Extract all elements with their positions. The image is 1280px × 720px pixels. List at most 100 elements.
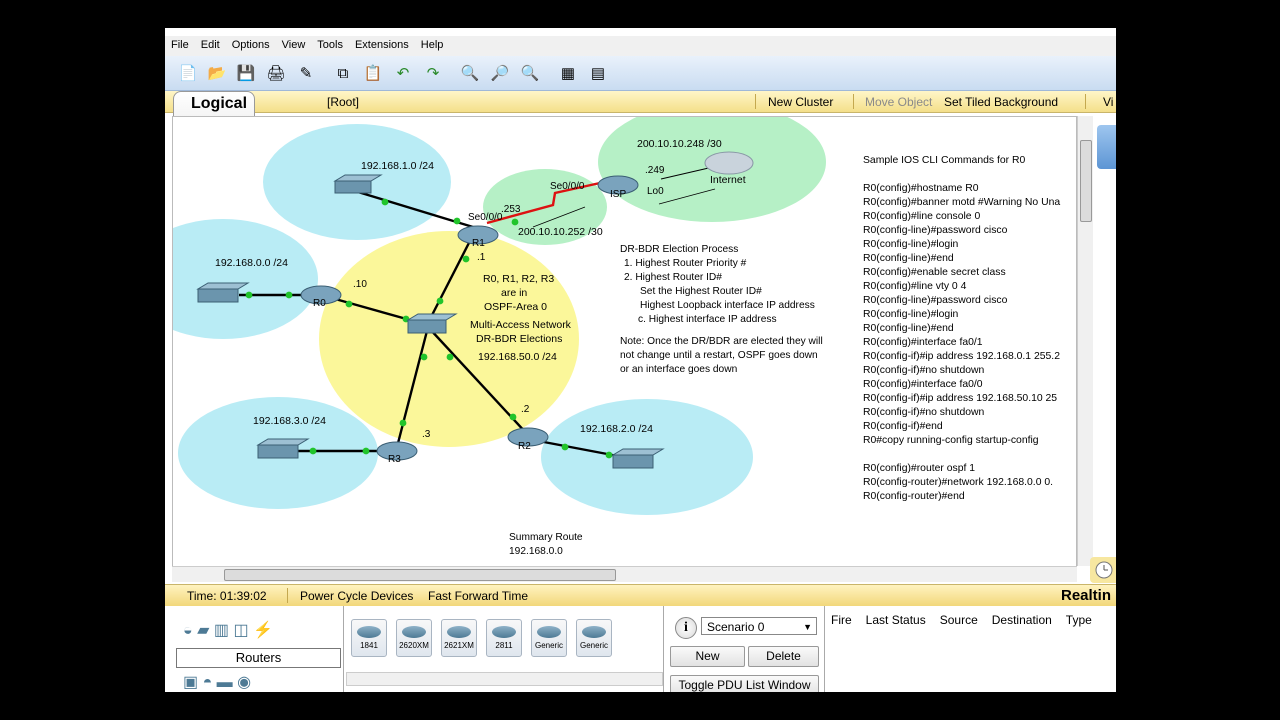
- scenario-value: Scenario 0: [707, 620, 765, 634]
- toggle-pdu-list-button[interactable]: Toggle PDU List Window: [670, 675, 819, 692]
- col-source[interactable]: Source: [940, 613, 978, 627]
- switch-icon[interactable]: [197, 288, 239, 303]
- canvas-horizontal-scrollbar[interactable]: [172, 566, 1077, 582]
- move-object-button[interactable]: Move Object: [865, 95, 932, 109]
- print-icon[interactable]: 🖨: [265, 62, 287, 84]
- switch-icon[interactable]: [612, 454, 654, 469]
- zoom-out-icon[interactable]: 🔍: [519, 62, 541, 84]
- router-category-icon[interactable]: ◒: [183, 622, 193, 639]
- logical-workspace-canvas[interactable]: 192.168.1.0 /24 192.168.0.0 /24 192.168.…: [172, 116, 1077, 568]
- menu-file[interactable]: File: [165, 36, 195, 54]
- switch-category-icon[interactable]: ▰: [197, 622, 209, 639]
- device-list-scrollbar[interactable]: [346, 672, 663, 686]
- canvas-vertical-scrollbar[interactable]: [1077, 116, 1093, 566]
- save-icon[interactable]: 💾: [235, 62, 257, 84]
- menu-help[interactable]: Help: [415, 36, 450, 54]
- cli-line: R0(config-if)#no shutdown: [863, 365, 985, 376]
- lo0-label: Lo0: [647, 186, 664, 197]
- zoom-in-icon[interactable]: 🔍: [459, 62, 481, 84]
- menu-edit[interactable]: Edit: [195, 36, 226, 54]
- info-icon[interactable]: i: [675, 617, 697, 639]
- switch-icon[interactable]: [334, 180, 372, 194]
- col-last-status[interactable]: Last Status: [866, 613, 926, 627]
- router-1841-button[interactable]: 1841: [351, 619, 387, 657]
- router-r2-label: R2: [518, 441, 531, 452]
- time-display: Time: 01:39:02: [187, 589, 267, 603]
- router-generic-button[interactable]: Generic: [531, 619, 567, 657]
- workspace-bar: [Root] New Cluster Move Object Set Tiled…: [165, 91, 1116, 113]
- subnet-label-0: 192.168.0.0 /24: [215, 257, 288, 269]
- col-fire[interactable]: Fire: [831, 613, 852, 627]
- paste-icon[interactable]: 📋: [362, 62, 384, 84]
- new-scenario-button[interactable]: New: [670, 646, 745, 667]
- new-cluster-button[interactable]: New Cluster: [768, 95, 833, 109]
- router-2620xm-button[interactable]: 2620XM: [396, 619, 432, 657]
- zoom-reset-icon[interactable]: 🔎: [489, 62, 511, 84]
- divider: [1085, 94, 1086, 109]
- r2-dot2-label: .2: [521, 404, 530, 415]
- router-r1-label: R1: [472, 238, 485, 249]
- delete-scenario-button[interactable]: Delete: [748, 646, 819, 667]
- summary-title: Summary Route: [509, 532, 583, 543]
- viewport-button[interactable]: Vi: [1103, 95, 1113, 109]
- router-2621xm-button[interactable]: 2621XM: [441, 619, 477, 657]
- link-light: [446, 353, 454, 361]
- scenario-select[interactable]: Scenario 0 ▼: [701, 617, 817, 635]
- router-generic-2-button[interactable]: Generic: [576, 619, 612, 657]
- link-light: [561, 443, 569, 451]
- copy-icon[interactable]: ⧉: [332, 62, 354, 84]
- undo-icon[interactable]: ↶: [392, 62, 414, 84]
- new-file-icon[interactable]: 📄: [177, 62, 199, 84]
- link-light: [453, 217, 461, 225]
- activity-wizard-icon[interactable]: ✎: [295, 62, 317, 84]
- side-tab-icon[interactable]: [1097, 125, 1116, 169]
- subnet-label-3: 192.168.3.0 /24: [253, 415, 326, 427]
- realtime-tab[interactable]: Realtin: [1061, 587, 1111, 604]
- connections-category-icon[interactable]: ⚡: [253, 622, 273, 639]
- r1-253-label: .253: [501, 204, 521, 215]
- set-tiled-background-button[interactable]: Set Tiled Background: [944, 95, 1058, 109]
- link-light: [381, 198, 389, 206]
- area-note-2: are in: [501, 287, 528, 299]
- election-title: DR-BDR Election Process: [620, 244, 739, 255]
- wireless-category-icon[interactable]: ◫: [233, 622, 248, 639]
- cli-line: R0(config-line)#password cisco: [863, 225, 1008, 236]
- link-light: [362, 447, 370, 455]
- link-light: [462, 255, 470, 263]
- router-isp-label: ISP: [610, 189, 627, 200]
- horizontal-scroll-thumb[interactable]: [224, 569, 616, 581]
- end-device-icons[interactable]: ▣ ◓ ▬ ◉: [183, 672, 251, 692]
- menu-extensions[interactable]: Extensions: [349, 36, 415, 54]
- switch-icon[interactable]: [257, 444, 299, 459]
- custom-device-icon[interactable]: ▤: [587, 62, 609, 84]
- election-line-5: c. Highest interface IP address: [638, 314, 777, 325]
- router-2811-button[interactable]: 2811: [486, 619, 522, 657]
- switch-icon[interactable]: [407, 319, 447, 334]
- time-bar: Time: 01:39:02 Power Cycle Devices Fast …: [165, 584, 1116, 607]
- cli-line: R0(config-line)#end: [863, 253, 954, 264]
- vertical-scroll-thumb[interactable]: [1080, 140, 1092, 222]
- cli-line: R0(config-if)#ip address 192.168.0.1 255…: [863, 351, 1060, 362]
- election-line-3: Set the Highest Router ID#: [640, 286, 762, 297]
- col-type[interactable]: Type: [1066, 613, 1092, 627]
- cli-commands-note: Sample IOS CLI Commands for R0 R0(config…: [863, 117, 1076, 567]
- hub-category-icon[interactable]: ▥: [214, 622, 229, 639]
- realtime-clock-icon[interactable]: [1090, 557, 1116, 583]
- menu-view[interactable]: View: [276, 36, 312, 54]
- root-label[interactable]: [Root]: [327, 95, 359, 109]
- link-light: [309, 447, 317, 455]
- power-cycle-button[interactable]: Power Cycle Devices: [300, 589, 413, 603]
- category-label: Routers: [176, 648, 341, 668]
- menu-tools[interactable]: Tools: [311, 36, 349, 54]
- col-destination[interactable]: Destination: [992, 613, 1052, 627]
- link-light: [245, 291, 253, 299]
- fast-forward-button[interactable]: Fast Forward Time: [428, 589, 528, 603]
- redo-icon[interactable]: ↷: [422, 62, 444, 84]
- bottom-panel: ◒ ▰ ▥ ◫ ⚡ Routers ▣ ◓ ▬ ◉ 1841 2620XM 26…: [165, 606, 1116, 692]
- menu-options[interactable]: Options: [226, 36, 276, 54]
- internet-cloud-icon[interactable]: [704, 151, 754, 175]
- open-folder-icon[interactable]: 📂: [206, 62, 228, 84]
- palette-icon[interactable]: ▦: [557, 62, 579, 84]
- election-line-4: Highest Loopback interface IP address: [640, 300, 815, 311]
- dr-bdr-note: DR-BDR Elections: [476, 333, 563, 345]
